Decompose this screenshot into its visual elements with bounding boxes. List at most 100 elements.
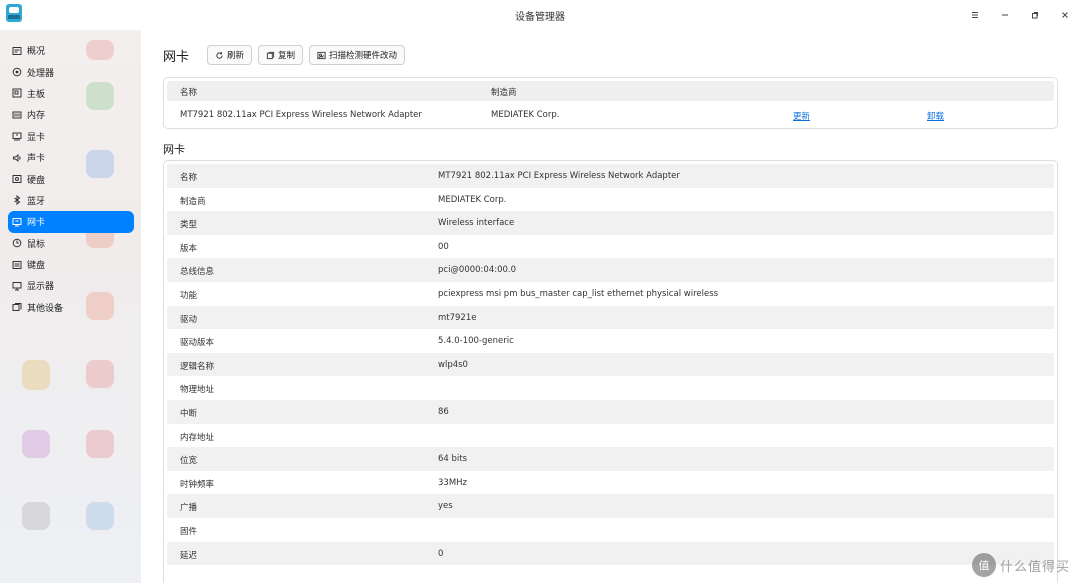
uninstall-driver-link[interactable]: 卸载 — [927, 110, 944, 122]
table-row: 类型 Wireless interface — [167, 211, 1054, 235]
sidebar-item-mouse[interactable]: 鼠标 — [8, 233, 134, 254]
hamburger-menu-icon — [972, 12, 978, 18]
copy-button[interactable]: 复制 — [258, 45, 304, 65]
sidebar-item-keyboard[interactable]: 键盘 — [8, 254, 134, 275]
window-controls — [960, 0, 1080, 30]
detail-key: 驱动版本 — [180, 338, 215, 349]
motherboard-icon — [12, 88, 22, 98]
detail-value: mt7921e — [438, 312, 477, 323]
sidebar-item-sound[interactable]: 声卡 — [8, 147, 134, 168]
detail-key: 版本 — [180, 243, 198, 254]
detail-value: 86 — [438, 406, 449, 417]
sidebar-nav: 概况 处理器 主板 内存 显卡 声卡 硬盘 蓝牙 网卡 鼠标 键盘 显示器 其他… — [8, 40, 134, 318]
detail-key: 制造商 — [180, 196, 206, 207]
detail-value: 5.4.0-100-generic — [438, 336, 514, 347]
sidebar-item-label: 概况 — [27, 47, 46, 58]
detail-key: 功能 — [180, 290, 198, 301]
sidebar-item-label: 显示器 — [27, 282, 55, 293]
table-row: 物理地址 — [167, 376, 1054, 400]
sidebar-item-cpu[interactable]: 处理器 — [8, 61, 134, 82]
cpu-icon — [12, 67, 22, 77]
detail-key: 总线信息 — [180, 267, 215, 278]
menu-button[interactable] — [960, 0, 990, 30]
background-desktop-icon — [22, 430, 50, 458]
table-row: 功能 pciexpress msi pm bus_master cap_list … — [167, 282, 1054, 306]
table-row: 驱动版本 5.4.0-100-generic — [167, 329, 1054, 353]
table-row: 内存地址 — [167, 424, 1054, 448]
table-row: 制造商 MEDIATEK Corp. — [167, 188, 1054, 212]
sidebar-item-label: 内存 — [27, 111, 46, 122]
detail-value: 0 — [438, 548, 444, 559]
detail-key: 位宽 — [180, 456, 198, 467]
scan-icon — [317, 51, 326, 59]
sidebar-item-gpu[interactable]: 显卡 — [8, 126, 134, 147]
sidebar-item-disk[interactable]: 硬盘 — [8, 168, 134, 189]
detail-value: 00 — [438, 241, 449, 252]
sidebar-item-label: 处理器 — [27, 68, 55, 79]
maximize-button[interactable] — [1020, 0, 1050, 30]
detail-key: 驱动 — [180, 314, 198, 325]
details-section-title: 网卡 — [163, 143, 185, 156]
detail-value: Wireless interface — [438, 218, 515, 229]
table-row: 固件 — [167, 518, 1054, 542]
scan-hardware-button[interactable]: 扫描检测硬件改动 — [309, 45, 406, 65]
page-title: 网卡 — [163, 49, 190, 65]
detail-key: 物理地址 — [180, 385, 215, 396]
keyboard-icon — [12, 260, 22, 270]
table-row: 逻辑名称 wlp4s0 — [167, 352, 1054, 377]
sidebar-item-network-card[interactable]: 网卡 — [8, 211, 134, 233]
detail-value: MT7921 802.11ax PCI Express Wireless Net… — [438, 171, 680, 181]
gpu-icon — [12, 131, 22, 141]
table-row[interactable]: MT7921 802.11ax PCI Express Wireless Net… — [167, 105, 1054, 125]
update-driver-link[interactable]: 更新 — [793, 110, 810, 122]
refresh-button[interactable]: 刷新 — [207, 45, 253, 65]
minimize-button[interactable] — [990, 0, 1020, 30]
sound-icon — [12, 153, 22, 163]
close-button[interactable] — [1050, 0, 1080, 30]
sidebar-item-monitor[interactable]: 显示器 — [8, 275, 134, 296]
monitor-icon — [12, 281, 22, 291]
copy-icon — [266, 51, 275, 59]
detail-value: yes — [438, 501, 453, 512]
restore-icon — [1032, 12, 1038, 19]
disk-icon — [12, 174, 22, 184]
sidebar-item-label: 鼠标 — [27, 239, 46, 250]
detail-value: 64 bits — [438, 454, 468, 465]
detail-key: 延迟 — [180, 550, 198, 561]
mouse-icon — [12, 238, 22, 248]
smzdm-logo-icon: 值 — [971, 553, 996, 577]
table-row: 版本 00 — [167, 235, 1054, 259]
detail-key: 名称 — [180, 173, 198, 183]
table-row: 总线信息 pci@0000:04:00.0 — [167, 258, 1054, 282]
detail-value: MEDIATEK Corp. — [438, 194, 507, 205]
table-row: 时钟频率 33MHz — [167, 471, 1054, 495]
window-title: 设备管理器 — [515, 12, 565, 23]
sidebar-item-overview[interactable]: 概况 — [8, 40, 134, 61]
table-row: 位宽 64 bits — [167, 447, 1054, 471]
sidebar-item-memory[interactable]: 内存 — [8, 104, 134, 125]
table-row: 延迟 0 — [167, 541, 1054, 566]
background-desktop-icon — [86, 502, 114, 530]
title-bar: 设备管理器 — [0, 0, 1080, 30]
background-desktop-icon — [22, 502, 50, 530]
network-card-icon — [12, 217, 22, 227]
column-header-name: 名称 — [180, 88, 198, 98]
minimize-icon — [1002, 14, 1008, 16]
sidebar: 概况 处理器 主板 内存 显卡 声卡 硬盘 蓝牙 网卡 鼠标 键盘 显示器 其他… — [0, 30, 141, 583]
sidebar-item-label: 显卡 — [27, 132, 46, 143]
scan-hardware-button-label: 扫描检测硬件改动 — [329, 51, 398, 61]
sidebar-item-other-devices[interactable]: 其他设备 — [8, 297, 134, 318]
sidebar-item-label: 声卡 — [27, 154, 46, 165]
table-row: 名称 MT7921 802.11ax PCI Express Wireless N… — [167, 164, 1054, 188]
sidebar-item-label: 硬盘 — [27, 175, 46, 186]
column-header-vendor: 制造商 — [491, 88, 517, 98]
sidebar-item-motherboard[interactable]: 主板 — [8, 83, 134, 104]
device-details-table: 名称 MT7921 802.11ax PCI Express Wireless N… — [163, 160, 1058, 583]
sidebar-item-label: 键盘 — [27, 261, 46, 272]
sidebar-item-bluetooth[interactable]: 蓝牙 — [8, 190, 134, 211]
sidebar-item-label: 主板 — [27, 89, 46, 100]
device-list-table: 名称 制造商 MT7921 802.11ax PCI Express Wirel… — [163, 77, 1058, 129]
device-name-cell: MT7921 802.11ax PCI Express Wireless Net… — [180, 110, 422, 120]
toolbar: 网卡 刷新 复制 扫描检测硬件改动 — [163, 45, 411, 65]
detail-value: pci@0000:04:00.0 — [438, 265, 517, 276]
